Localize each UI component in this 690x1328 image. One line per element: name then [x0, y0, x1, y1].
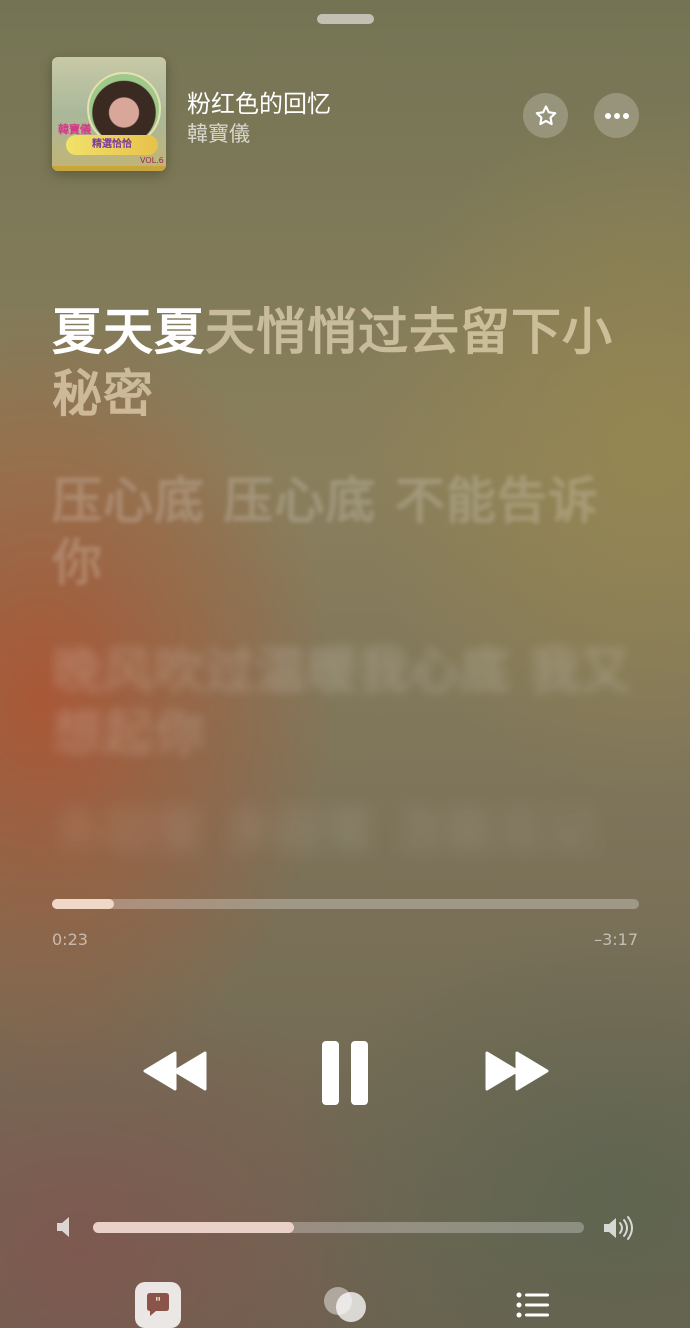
airplay-icon	[324, 1287, 366, 1322]
progress-fill	[52, 899, 114, 909]
airplay-button[interactable]	[320, 1282, 370, 1328]
lyric-current[interactable]: 夏天夏天悄悄过去留下小秘密	[52, 301, 642, 425]
lyrics-icon: "	[147, 1293, 169, 1316]
album-strip	[52, 166, 166, 171]
album-artwork: 韓寶儀 精選恰恰 VOL.6	[52, 57, 166, 171]
rewind-icon	[143, 1051, 207, 1091]
lyric-next[interactable]: 压心底 压心底 不能告诉你	[52, 470, 642, 594]
more-icon	[604, 112, 629, 119]
more-button[interactable]	[594, 93, 639, 138]
remaining-time: –3:17	[594, 930, 638, 949]
pause-icon	[322, 1041, 368, 1105]
fast-forward-button[interactable]	[482, 1040, 552, 1102]
svg-text:": "	[155, 1296, 161, 1311]
lyric-next-2[interactable]: 晚风吹过温暖我心底 我又想起你	[52, 640, 642, 764]
volume-high-icon	[604, 1216, 633, 1240]
drag-handle[interactable]	[317, 14, 374, 24]
lyric-next-3[interactable]: 多甜蜜 多甜蜜 怎能忘记	[52, 800, 642, 860]
pause-button[interactable]	[315, 1040, 375, 1106]
fast-forward-icon	[485, 1051, 549, 1091]
album-vol: VOL.6	[140, 156, 164, 165]
progress-slider[interactable]	[52, 899, 639, 909]
queue-icon	[516, 1292, 549, 1318]
album-ribbon: 精選恰恰	[66, 135, 158, 155]
volume-low-icon	[57, 1217, 69, 1237]
track-artist[interactable]: 韓寶儀	[187, 118, 250, 148]
rewind-button[interactable]	[140, 1040, 210, 1102]
track-title: 粉红色的回忆	[187, 90, 331, 118]
favorite-button[interactable]	[523, 93, 568, 138]
elapsed-time: 0:23	[52, 930, 88, 949]
volume-fill	[93, 1222, 295, 1233]
lyric-current-sung: 夏天夏	[52, 303, 205, 361]
lyrics-button[interactable]: "	[135, 1282, 181, 1328]
queue-button[interactable]	[512, 1282, 554, 1328]
volume-slider[interactable]	[93, 1222, 584, 1233]
star-icon	[535, 104, 556, 125]
